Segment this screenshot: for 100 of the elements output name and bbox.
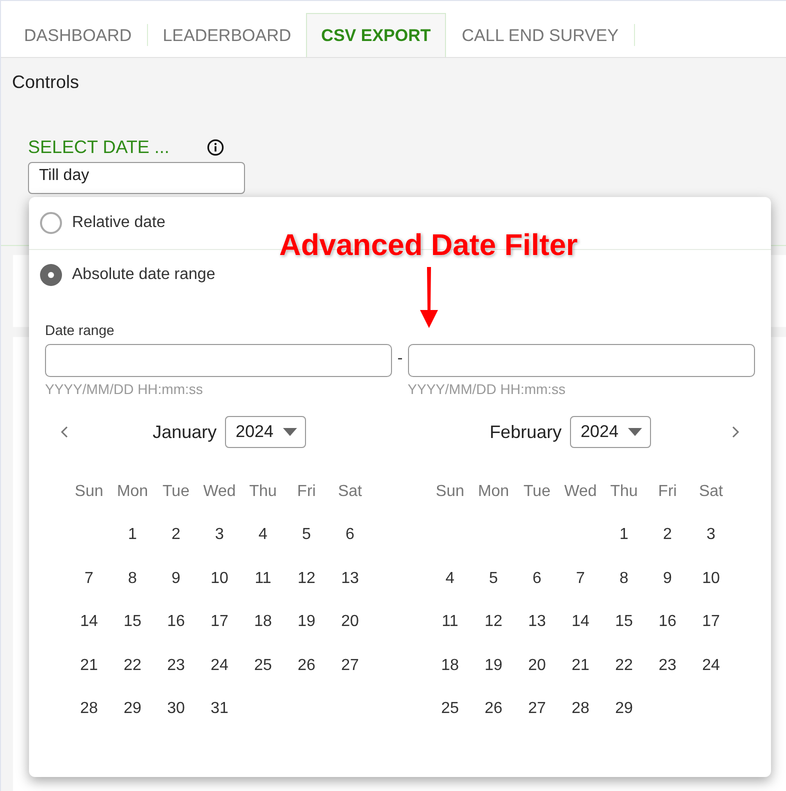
calendar-day[interactable]: 19 [298,613,316,632]
calendar-day[interactable]: 15 [615,613,633,632]
tab[interactable]: LEADERBOARD [148,13,306,57]
calendar-day[interactable]: 27 [528,700,546,718]
calendar-day[interactable]: 18 [441,656,459,675]
calendar-day[interactable]: 21 [572,656,590,675]
calendar-day[interactable]: 3 [706,526,716,544]
calendar-day[interactable]: 9 [663,570,672,588]
calendar-day[interactable]: 23 [658,656,676,675]
weekday-label: Fri [297,482,316,501]
weekday-label: Wed [564,482,597,501]
calendar-day[interactable]: 4 [258,526,268,544]
calendar-day[interactable]: 10 [210,570,228,588]
calendar-day[interactable]: 22 [615,656,633,675]
calendar-day[interactable]: 31 [210,700,228,718]
calendar-day[interactable]: 24 [702,656,720,675]
calendar-day[interactable]: 21 [80,656,98,675]
year-select[interactable]: 2024 [570,416,652,448]
calendar-day[interactable]: 12 [298,570,316,588]
weekday-label: Sun [436,482,464,501]
calendar-day[interactable]: 20 [528,656,546,675]
calendar-day[interactable]: 3 [215,526,224,544]
tab[interactable]: DASHBOARD [9,13,147,57]
calendar-day[interactable]: 18 [254,613,272,632]
calendar-day[interactable]: 29 [124,700,142,718]
weekday-label: Fri [658,482,677,501]
arrow-icon [418,265,440,330]
calendar-day[interactable]: 1 [128,526,137,544]
tab[interactable]: CSV EXPORT [306,13,446,57]
calendar-day[interactable]: 10 [702,570,720,588]
calendar-day[interactable]: 2 [172,526,180,544]
calendar-day[interactable]: 7 [576,570,585,588]
calendar-day[interactable]: 30 [167,700,185,718]
calendar-day[interactable]: 14 [572,613,590,632]
calendar-day[interactable]: 17 [210,613,228,632]
calendar-day[interactable]: 13 [341,570,359,588]
weekday-label: Mon [116,482,148,501]
calendar-day[interactable]: 13 [528,613,546,632]
calendar-day[interactable]: 9 [172,570,180,588]
calendar-day[interactable]: 11 [254,570,272,588]
calendar-day[interactable]: 23 [167,656,185,675]
format-hint: YYYY/MM/DD HH:mm:ss [408,381,566,397]
calendar-day[interactable]: 14 [80,613,98,632]
calendar-day[interactable]: 8 [128,570,137,588]
field-label: Date range [45,322,114,338]
weekday-label: Tue [524,482,550,501]
calendar-day[interactable]: 1 [620,526,628,544]
weekday-label: Sun [74,482,104,501]
calendar-day[interactable]: 22 [124,656,142,675]
annotation-text: Advanced Date Filter [279,229,578,263]
calendar-day[interactable]: 2 [663,526,672,544]
calendar-day[interactable]: 8 [620,570,628,588]
calendar-day[interactable]: 16 [658,613,676,632]
weekday-label: Wed [203,482,236,501]
date-select[interactable]: Till day [28,162,245,194]
range-separator: - [397,350,403,368]
calendar-day[interactable]: 15 [124,613,142,632]
calendar-day[interactable]: 5 [489,570,498,588]
dropdown-icon [283,428,298,436]
calendar-day[interactable]: 29 [615,700,633,718]
calendar-day[interactable]: 25 [441,700,459,718]
month-name: January [152,422,217,442]
end-date-field[interactable] [408,344,756,377]
section-title: Controls [11,71,80,93]
calendar-day[interactable]: 4 [446,570,454,588]
month-name: February [490,422,562,442]
calendar-day[interactable]: 7 [84,570,94,588]
calendar-day[interactable]: 6 [532,570,542,588]
calendar-day[interactable]: 24 [210,656,228,675]
dropdown-icon [628,428,642,436]
option-label: Relative date [72,214,166,232]
calendar-day[interactable]: 25 [254,656,272,675]
calendar-day[interactable]: 27 [341,656,359,675]
weekday-label: Sat [338,482,362,501]
start-date-field[interactable] [45,344,392,377]
field-label: SELECT DATE ... [28,137,170,158]
calendar-day[interactable]: 19 [484,656,502,675]
calendar-day[interactable]: 26 [484,700,502,718]
tab[interactable]: CALL END SURVEY [446,13,634,57]
year-select[interactable]: 2024 [224,416,306,448]
calendar-day[interactable]: 26 [298,656,316,675]
calendar-day[interactable]: 12 [484,613,502,632]
radio-button[interactable] [40,264,62,286]
calendar-day[interactable]: 28 [572,700,590,718]
weekday-label: Thu [610,482,638,501]
calendar-day[interactable]: 11 [442,613,458,632]
weekday-label: Thu [249,482,277,501]
radio-button[interactable] [40,212,62,234]
weekday-label: Tue [162,482,190,501]
option-label: Absolute date range [72,266,216,284]
calendar-day[interactable]: 6 [346,526,354,544]
calendar-day[interactable]: 28 [80,700,98,718]
calendar-day[interactable]: 17 [702,613,720,632]
calendar-day[interactable]: 5 [302,526,311,544]
format-hint: YYYY/MM/DD HH:mm:ss [45,381,203,397]
calendar-day[interactable]: 16 [167,613,185,632]
calendar-day[interactable]: 20 [341,613,359,632]
weekday-label: Mon [478,482,510,501]
info-icon[interactable] [207,139,224,156]
weekday-label: Sat [698,482,723,501]
